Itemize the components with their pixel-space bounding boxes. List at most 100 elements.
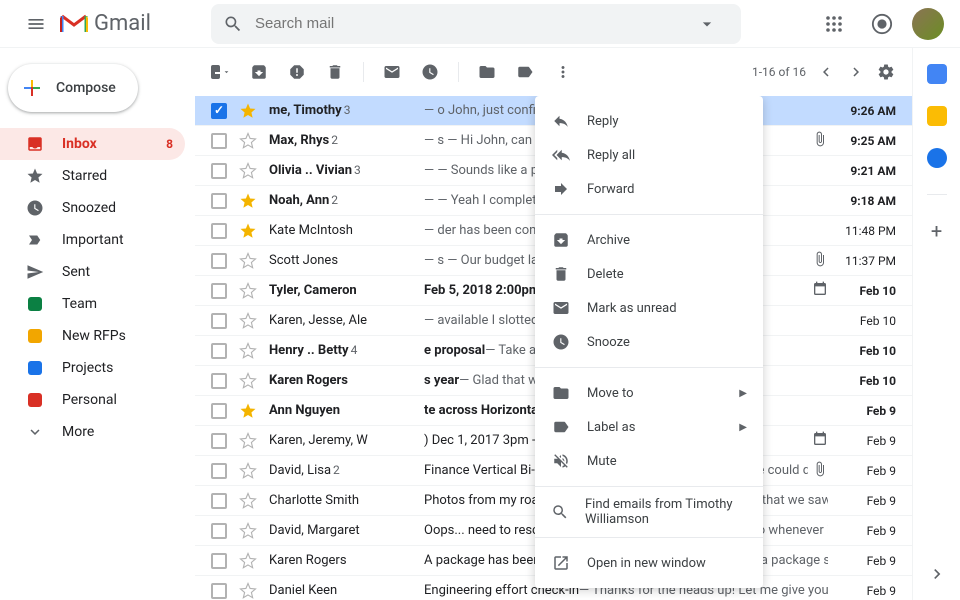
main-area: 1-16 of 16 Reply Reply all Forward Archi… xyxy=(195,48,912,600)
search-options-icon[interactable] xyxy=(697,14,717,34)
settings-button[interactable] xyxy=(876,62,896,82)
sidebar-label-item[interactable]: Team xyxy=(0,288,185,320)
gmail-logo[interactable]: Gmail xyxy=(60,11,151,36)
star-toggle[interactable] xyxy=(239,222,257,240)
row-checkbox[interactable] xyxy=(211,433,227,449)
star-toggle[interactable] xyxy=(239,192,257,210)
row-checkbox[interactable] xyxy=(211,523,227,539)
star-toggle[interactable] xyxy=(239,582,257,600)
keep-addon[interactable] xyxy=(927,106,947,126)
row-checkbox[interactable] xyxy=(211,193,227,209)
archive-icon xyxy=(250,63,268,81)
star-toggle[interactable] xyxy=(239,312,257,330)
label-color-dot xyxy=(28,361,42,375)
star-toggle[interactable] xyxy=(239,162,257,180)
star-toggle[interactable] xyxy=(239,462,257,480)
cm-mute[interactable]: Mute xyxy=(535,444,763,478)
sidebar-label-item[interactable]: New RFPs xyxy=(0,320,185,352)
select-all-checkbox[interactable] xyxy=(211,62,231,82)
labels-button[interactable] xyxy=(515,62,535,82)
star-toggle[interactable] xyxy=(239,402,257,420)
sidebar-item-inbox[interactable]: Inbox 8 xyxy=(0,128,185,160)
report-spam-button[interactable] xyxy=(287,62,307,82)
star-toggle[interactable] xyxy=(239,132,257,150)
notifications-button[interactable] xyxy=(864,6,900,42)
sender: Charlotte Smith xyxy=(269,493,424,508)
mark-unread-button[interactable] xyxy=(382,62,402,82)
date: Feb 9 xyxy=(836,584,896,598)
snooze-button[interactable] xyxy=(420,62,440,82)
cm-archive[interactable]: Archive xyxy=(535,223,763,257)
search-input[interactable] xyxy=(255,15,697,32)
more-button[interactable] xyxy=(553,62,573,82)
get-addons-button[interactable]: + xyxy=(927,221,947,241)
cm-forward[interactable]: Forward xyxy=(535,172,763,206)
hamburger-icon xyxy=(26,14,46,34)
row-checkbox[interactable] xyxy=(211,283,227,299)
star-toggle[interactable] xyxy=(239,342,257,360)
row-checkbox[interactable] xyxy=(211,463,227,479)
star-toggle[interactable] xyxy=(239,522,257,540)
row-checkbox[interactable] xyxy=(211,313,227,329)
star-toggle[interactable] xyxy=(239,252,257,270)
cm-mark-unread[interactable]: Mark as unread xyxy=(535,291,763,325)
search-icon xyxy=(551,502,569,522)
star-toggle[interactable] xyxy=(239,282,257,300)
cm-delete[interactable]: Delete xyxy=(535,257,763,291)
star-toggle[interactable] xyxy=(239,432,257,450)
cm-reply-all[interactable]: Reply all xyxy=(535,138,763,172)
star-toggle[interactable] xyxy=(239,552,257,570)
side-panel: + xyxy=(912,48,960,600)
row-checkbox[interactable] xyxy=(211,403,227,419)
cm-find-emails[interactable]: Find emails from Timothy Williamson xyxy=(535,495,763,529)
search-icon xyxy=(223,14,243,34)
main-menu-button[interactable] xyxy=(16,4,56,44)
cm-move-to[interactable]: Move to▶ xyxy=(535,376,763,410)
row-checkbox[interactable] xyxy=(211,103,227,119)
move-to-button[interactable] xyxy=(477,62,497,82)
row-checkbox[interactable] xyxy=(211,223,227,239)
delete-button[interactable] xyxy=(325,62,345,82)
date: 11:37 PM xyxy=(836,254,896,268)
cm-reply[interactable]: Reply xyxy=(535,104,763,138)
account-avatar[interactable] xyxy=(912,8,944,40)
sidebar-label-item[interactable]: Personal xyxy=(0,384,185,416)
next-page-button[interactable] xyxy=(846,62,866,82)
date: 9:26 AM xyxy=(836,104,896,118)
cm-label-as[interactable]: Label as▶ xyxy=(535,410,763,444)
row-checkbox[interactable] xyxy=(211,373,227,389)
star-toggle[interactable] xyxy=(239,492,257,510)
nav-label: New RFPs xyxy=(62,328,126,344)
tasks-addon[interactable] xyxy=(927,148,947,168)
sidebar-item-more[interactable]: More xyxy=(0,416,185,448)
collapse-panel-button[interactable] xyxy=(927,564,947,584)
row-checkbox[interactable] xyxy=(211,553,227,569)
row-checkbox[interactable] xyxy=(211,343,227,359)
star-toggle[interactable] xyxy=(239,372,257,390)
send-icon xyxy=(26,263,44,281)
sidebar-item-important[interactable]: Important xyxy=(0,224,185,256)
compose-button[interactable]: Compose xyxy=(8,64,138,112)
apps-button[interactable] xyxy=(816,6,852,42)
cm-snooze[interactable]: Snooze xyxy=(535,325,763,359)
sidebar-item-starred[interactable]: Starred xyxy=(0,160,185,192)
star-toggle[interactable] xyxy=(239,102,257,120)
sidebar-label-item[interactable]: Projects xyxy=(0,352,185,384)
row-checkbox[interactable] xyxy=(211,583,227,599)
gear-icon xyxy=(877,63,895,81)
more-vert-icon xyxy=(554,63,572,81)
archive-button[interactable] xyxy=(249,62,269,82)
row-checkbox[interactable] xyxy=(211,163,227,179)
sidebar-item-snoozed[interactable]: Snoozed xyxy=(0,192,185,224)
cm-open-window[interactable]: Open in new window xyxy=(535,546,763,580)
prev-page-button[interactable] xyxy=(816,62,836,82)
calendar-addon[interactable] xyxy=(927,64,947,84)
row-checkbox[interactable] xyxy=(211,253,227,269)
nav-label: More xyxy=(62,424,94,440)
row-checkbox[interactable] xyxy=(211,493,227,509)
row-checkbox[interactable] xyxy=(211,133,227,149)
search-box[interactable] xyxy=(211,4,741,44)
attachment-icon xyxy=(812,251,828,271)
sidebar-item-sent[interactable]: Sent xyxy=(0,256,185,288)
attachment-icon xyxy=(812,131,828,151)
